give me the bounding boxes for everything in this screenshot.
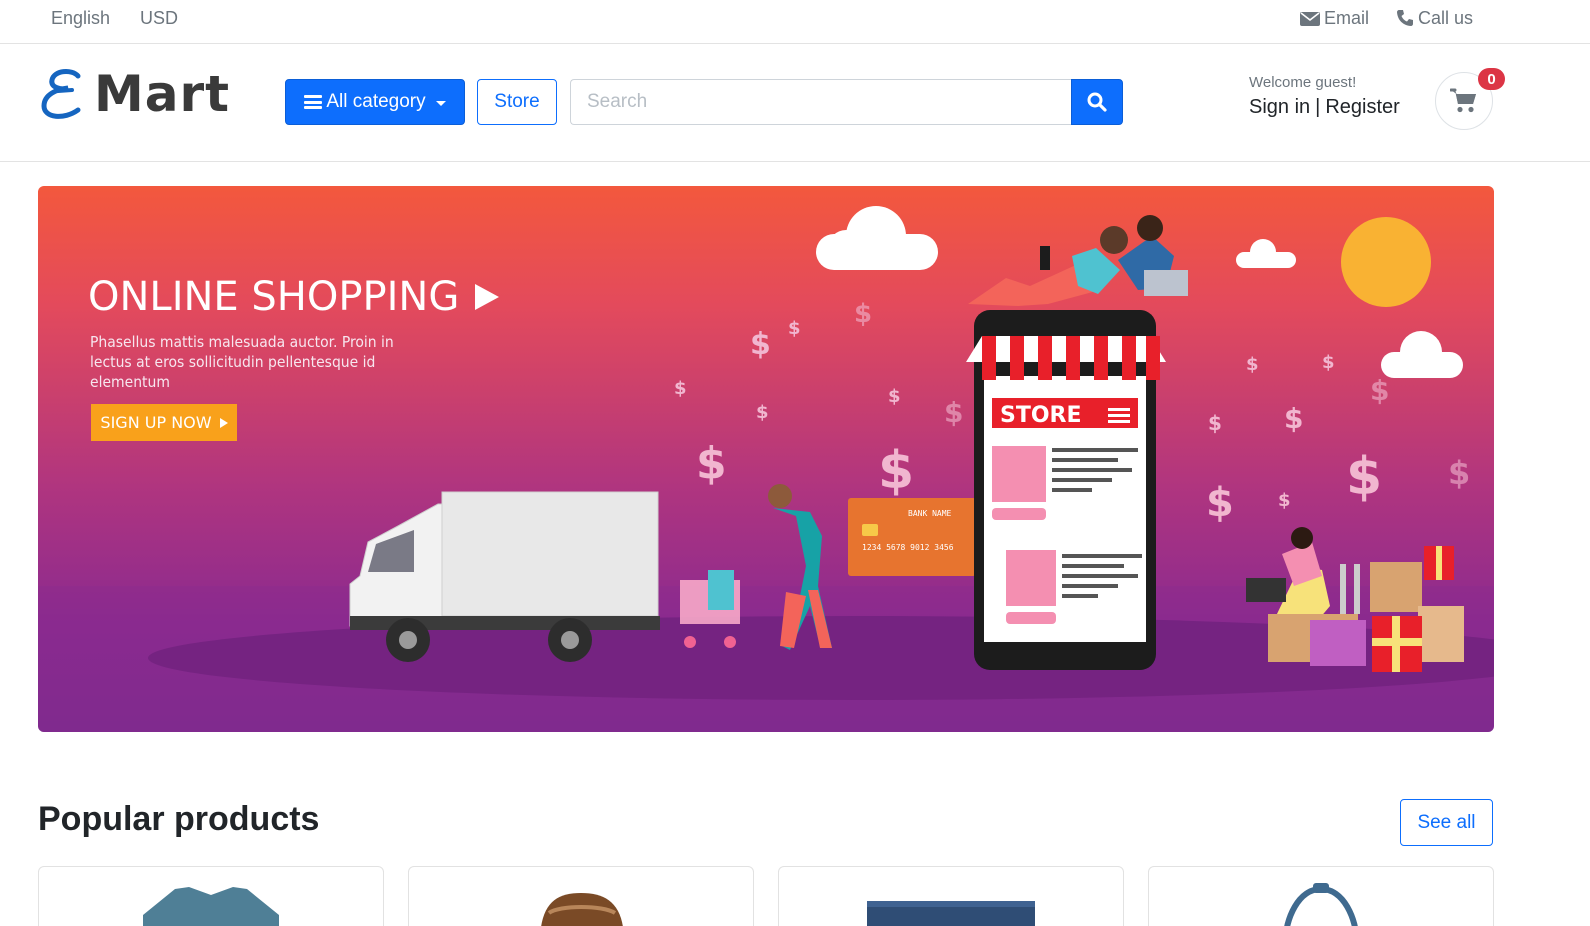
cart-count-badge: 0 xyxy=(1478,68,1505,90)
play-triangle-icon xyxy=(475,284,500,310)
svg-text:$: $ xyxy=(854,299,872,329)
svg-text:$: $ xyxy=(1346,447,1382,507)
shirt-thumbnail xyxy=(143,887,279,926)
search-button[interactable] xyxy=(1071,79,1123,125)
sign-up-now-label: SIGN UP NOW xyxy=(100,413,212,432)
sun-shape xyxy=(1341,217,1431,307)
svg-text:$: $ xyxy=(674,378,687,399)
phone-icon xyxy=(1397,10,1413,26)
svg-text:$: $ xyxy=(1206,480,1234,526)
logo[interactable]: Mart xyxy=(38,64,230,124)
email-link[interactable]: Email xyxy=(1300,8,1369,29)
jeans-thumbnail xyxy=(867,901,1035,926)
store-sign-text: STORE xyxy=(1000,403,1082,428)
backpack-thumbnail xyxy=(1284,883,1358,926)
menu-bars-icon xyxy=(304,95,323,109)
sign-in-link[interactable]: Sign in xyxy=(1249,96,1310,118)
product-card[interactable] xyxy=(1148,866,1494,926)
caret-down-icon xyxy=(435,100,446,106)
envelope-icon xyxy=(1300,12,1320,26)
svg-text:$: $ xyxy=(696,438,727,489)
search-bar xyxy=(570,79,1123,125)
svg-text:$: $ xyxy=(944,396,963,429)
svg-text:$: $ xyxy=(756,402,769,423)
svg-text:$: $ xyxy=(1278,490,1291,511)
popular-products-title: Popular products xyxy=(38,800,320,838)
svg-text:$: $ xyxy=(1322,352,1335,373)
sign-up-now-button[interactable]: SIGN UP NOW xyxy=(91,404,237,441)
register-link[interactable]: Register xyxy=(1325,96,1399,118)
auth-separator: | xyxy=(1315,96,1321,118)
store-button[interactable]: Store xyxy=(477,79,557,125)
banner-title: ONLINE SHOPPING xyxy=(88,274,500,320)
svg-text:$: $ xyxy=(1448,454,1470,492)
people-on-phone xyxy=(968,215,1188,306)
phone-store: STORE xyxy=(966,310,1166,670)
svg-text:$: $ xyxy=(750,327,771,362)
email-label: Email xyxy=(1324,8,1370,28)
banner-illustration: $ $ $ $ $ $ $ $ $ $ $ $ $ $ $ $ $ $ BANK… xyxy=(38,206,1494,732)
card-bank-text: BANK NAME xyxy=(908,509,952,518)
call-us-label: Call us xyxy=(1418,8,1474,28)
product-card[interactable] xyxy=(408,866,754,926)
svg-text:$: $ xyxy=(1208,411,1222,435)
language-selector[interactable]: English xyxy=(51,8,110,29)
auth-links: Sign in | Register xyxy=(1249,96,1400,119)
svg-text:$: $ xyxy=(788,318,801,339)
banner-title-text: ONLINE SHOPPING xyxy=(88,274,460,320)
svg-text:$: $ xyxy=(1284,402,1303,435)
product-card[interactable] xyxy=(38,866,384,926)
see-all-button[interactable]: See all xyxy=(1400,799,1493,846)
hero-banner[interactable]: $ $ $ $ $ $ $ $ $ $ $ $ $ $ $ $ $ $ BANK… xyxy=(38,186,1494,732)
all-category-label: All category xyxy=(326,91,426,112)
logo-e-icon xyxy=(41,69,81,119)
search-input[interactable] xyxy=(570,79,1071,125)
svg-text:$: $ xyxy=(878,441,914,501)
logo-text: Mart xyxy=(94,65,231,123)
shopping-cart-icon xyxy=(1450,88,1476,113)
fur-hat-thumbnail xyxy=(541,893,623,926)
credit-card-graphic: BANK NAME 1234 5678 9012 3456 xyxy=(848,498,976,576)
card-number-text: 1234 5678 9012 3456 xyxy=(862,543,954,552)
banner-subtitle: Phasellus mattis malesuada auctor. Proin… xyxy=(90,333,394,391)
currency-selector[interactable]: USD xyxy=(140,8,178,29)
svg-text:$: $ xyxy=(1246,354,1259,375)
svg-text:$: $ xyxy=(1370,374,1389,407)
svg-text:$: $ xyxy=(888,386,901,407)
search-icon xyxy=(1087,92,1107,112)
play-small-icon xyxy=(219,417,228,428)
call-us-link[interactable]: Call us xyxy=(1396,8,1473,29)
main-header: Mart All category Store Welcome guest! S… xyxy=(0,44,1590,162)
all-category-button[interactable]: All category xyxy=(285,79,465,125)
welcome-text: Welcome guest! xyxy=(1249,74,1357,91)
top-bar: English USD Email Call us xyxy=(0,0,1590,44)
product-card[interactable] xyxy=(778,866,1124,926)
